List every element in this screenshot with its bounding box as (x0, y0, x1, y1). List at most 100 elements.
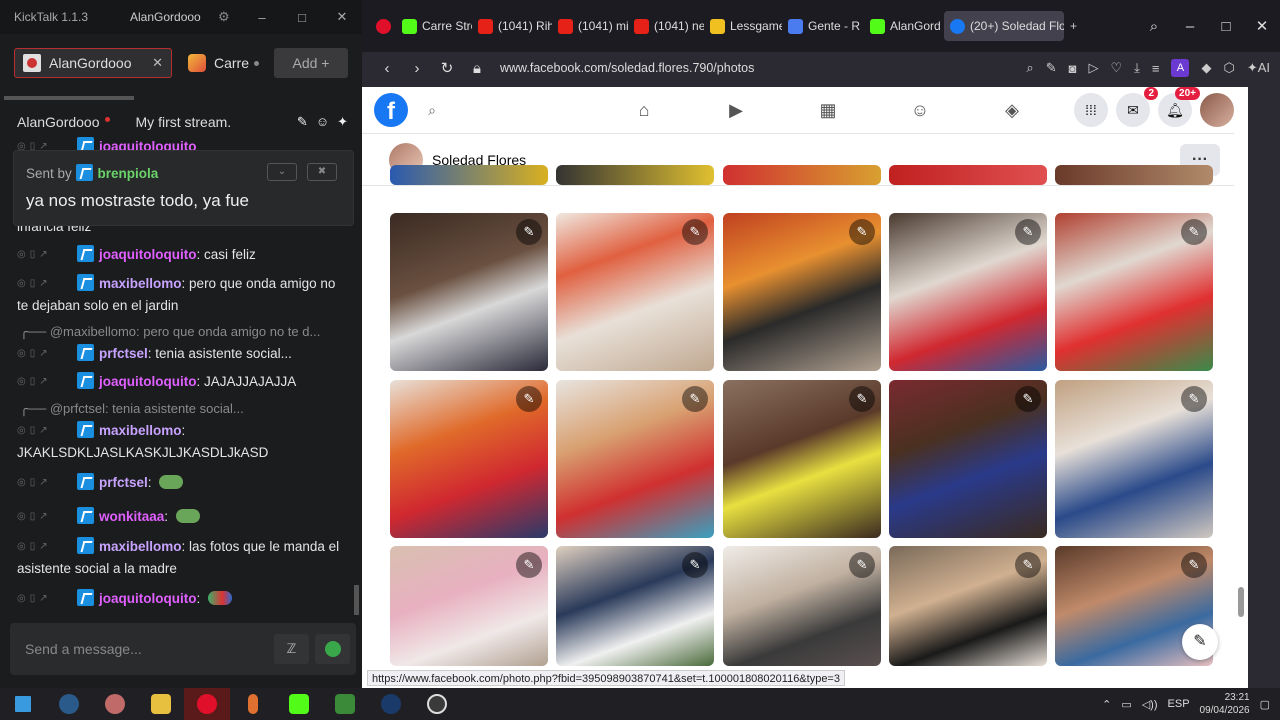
facebook-logo[interactable]: f (374, 93, 408, 127)
photo-thumbnail[interactable]: ✎ (390, 380, 548, 538)
tab-alangordooo[interactable]: AlanGordooo ✕ (14, 48, 172, 78)
search-icon[interactable]: ⌕ (416, 94, 448, 126)
edit-photo-icon[interactable]: ✎ (682, 386, 708, 412)
chat-username[interactable]: prfctsel (99, 475, 148, 490)
edit-photo-icon[interactable]: ✎ (516, 219, 542, 245)
url-input[interactable] (500, 61, 900, 75)
user-icon[interactable]: ☺ (316, 114, 329, 130)
forward-icon[interactable]: › (402, 60, 432, 77)
notifications-icon[interactable]: 🔔︎ 20+ (1158, 87, 1200, 127)
camera-icon[interactable]: ◙ (1069, 61, 1077, 76)
network-icon[interactable]: ▭ (1121, 698, 1131, 711)
account-icon[interactable]: A (1171, 59, 1190, 77)
photo-thumbnail[interactable] (556, 165, 714, 185)
lock-icon[interactable]: 🔒︎ (462, 60, 492, 77)
edit-photo-icon[interactable]: ✎ (1181, 552, 1207, 578)
maximize-icon[interactable]: □ (282, 10, 322, 25)
close-icon[interactable]: ✕ (322, 9, 362, 25)
extension-icon[interactable]: ◆ (1201, 60, 1211, 76)
chat-username[interactable]: joaquitoloquito (99, 247, 196, 262)
edit-photo-icon[interactable]: ✎ (849, 219, 875, 245)
menu-icon[interactable]: ≡ (1152, 61, 1160, 76)
groups-icon[interactable]: ☺ (874, 100, 966, 121)
search-icon[interactable]: ⌕ (1026, 60, 1033, 76)
browser-tab[interactable]: AlanGord (864, 11, 944, 41)
browser-tab-active[interactable]: (20+) Soledad Flo (944, 11, 1064, 41)
settings-icon[interactable]: ⚙ (218, 9, 242, 25)
opera-icon[interactable] (184, 688, 230, 720)
reload-icon[interactable]: ↻ (432, 59, 462, 77)
back-icon[interactable]: ‹ (372, 60, 402, 77)
microphone-icon[interactable] (230, 688, 276, 720)
chat-username[interactable]: maxibellomo (99, 539, 182, 554)
avatar[interactable] (1200, 93, 1234, 127)
browser-tab[interactable]: Lessgame (704, 11, 782, 41)
edit-photo-icon[interactable]: ✎ (516, 386, 542, 412)
chevron-down-icon[interactable]: ⌄ (267, 163, 297, 181)
translate-icon[interactable]: ℤ (274, 634, 309, 664)
chat-username[interactable]: joaquitoloquito (99, 591, 196, 606)
photo-thumbnail[interactable]: ✎ (723, 380, 881, 538)
new-tab-icon[interactable]: + (1064, 11, 1090, 41)
edit-photo-icon[interactable]: ✎ (849, 552, 875, 578)
ai-icon[interactable]: ✦AI (1247, 60, 1270, 76)
photo-thumbnail[interactable]: ✎ (556, 213, 714, 371)
emote-picker-icon[interactable] (315, 634, 350, 664)
video-icon[interactable]: ▶ (690, 100, 782, 121)
edit-photo-icon[interactable]: ✎ (1015, 552, 1041, 578)
photo-thumbnail[interactable]: ✎ (723, 213, 881, 371)
reply-preview[interactable]: ╭── @maxibellomo: pero que onda amigo no… (20, 321, 348, 343)
download-icon[interactable]: ⤓ (1134, 60, 1140, 76)
browser-tab[interactable]: Gente - R (782, 11, 864, 41)
pinned-user[interactable]: brenpiola (98, 166, 159, 181)
steam-icon[interactable] (46, 688, 92, 720)
windows-start-icon[interactable] (0, 688, 46, 720)
edit-photo-icon[interactable]: ✎ (516, 552, 542, 578)
edit-photo-icon[interactable]: ✎ (1181, 219, 1207, 245)
close-tab-icon[interactable]: ✕ (152, 55, 163, 71)
notification-center-icon[interactable]: ▢ (1260, 698, 1270, 711)
minimize-icon[interactable]: – (1172, 18, 1208, 35)
browser-tab[interactable]: (1041) ne (628, 11, 704, 41)
heart-icon[interactable]: ♡ (1110, 60, 1122, 76)
photo-thumbnail[interactable]: ✎ (556, 380, 714, 538)
photo-thumbnail[interactable]: ✎ (1055, 213, 1213, 371)
gaming-icon[interactable]: ◈ (966, 100, 1058, 121)
maximize-icon[interactable]: □ (1208, 18, 1244, 35)
unpin-icon[interactable]: ✖ (307, 163, 337, 181)
new-message-icon[interactable]: ✎ (1182, 624, 1218, 660)
photo-thumbnail[interactable] (390, 165, 548, 185)
chat-username[interactable]: joaquitoloquito (99, 374, 196, 389)
browser-tab[interactable]: (1041) Rih (472, 11, 552, 41)
close-icon[interactable]: ✕ (1244, 17, 1280, 35)
browser-tab[interactable]: Carre Stre (396, 11, 472, 41)
edit-photo-icon[interactable]: ✎ (1181, 386, 1207, 412)
photo-thumbnail[interactable]: ✎ (723, 546, 881, 666)
chat-username[interactable]: prfctsel (99, 346, 148, 361)
obs-icon[interactable] (414, 688, 460, 720)
chat-username[interactable]: maxibellomo (99, 423, 182, 438)
edit-photo-icon[interactable]: ✎ (682, 219, 708, 245)
pinned-icon[interactable]: ✦ (337, 114, 348, 130)
marketplace-icon[interactable]: ▦ (782, 100, 874, 121)
chat-username[interactable]: maxibellomo (99, 276, 182, 291)
edit-photo-icon[interactable]: ✎ (1015, 219, 1041, 245)
photo-thumbnail[interactable]: ✎ (556, 546, 714, 666)
steam-icon[interactable] (368, 688, 414, 720)
cube-icon[interactable]: ⬡ (1223, 60, 1234, 76)
folder-icon[interactable] (138, 688, 184, 720)
page-scrollbar[interactable] (1234, 87, 1248, 688)
photo-thumbnail[interactable] (889, 165, 1047, 185)
edit-photo-icon[interactable]: ✎ (849, 386, 875, 412)
language-indicator[interactable]: ESP (1168, 698, 1190, 710)
photo-thumbnail[interactable]: ✎ (390, 213, 548, 371)
photo-thumbnail[interactable] (1055, 165, 1213, 185)
photo-thumbnail[interactable]: ✎ (889, 546, 1047, 666)
tabs-scrollbar[interactable] (4, 96, 134, 100)
chat-username[interactable]: wonkitaaa (99, 509, 164, 524)
chevron-up-icon[interactable]: ⌃ (1102, 698, 1111, 711)
edit-photo-icon[interactable]: ✎ (1015, 386, 1041, 412)
send-icon[interactable]: ▷ (1088, 60, 1098, 76)
kick-icon[interactable] (276, 688, 322, 720)
browser-tab[interactable]: (1041) mi (552, 11, 628, 41)
